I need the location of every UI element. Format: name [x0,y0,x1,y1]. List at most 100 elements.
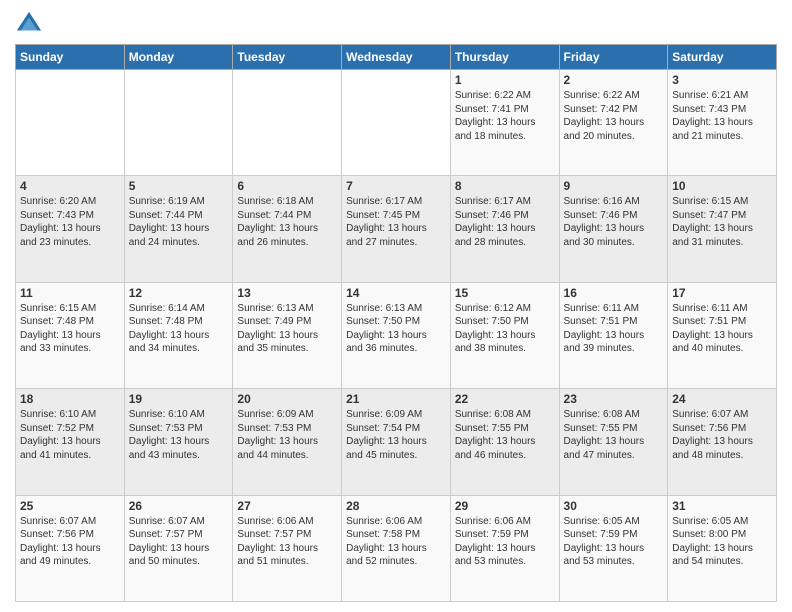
cell-content: Sunrise: 6:13 AM Sunset: 7:50 PM Dayligh… [346,302,446,356]
calendar-cell: 14 Sunrise: 6:13 AM Sunset: 7:50 PM Dayli… [342,282,451,388]
calendar-week-5: 25 Sunrise: 6:07 AM Sunset: 7:56 PM Dayli… [16,495,777,601]
calendar-cell: 20Sunrise: 6:09 AM Sunset: 7:53 PM Dayli… [233,389,342,495]
cell-content: Sunrise: 6:10 AM Sunset: 7:52 PM Dayligh… [20,408,120,462]
day-number: 25 [20,499,120,513]
calendar-cell: 24 Sunrise: 6:07 AM Sunset: 7:56 PM Dayli… [668,389,777,495]
calendar-cell: 26Sunrise: 6:07 AM Sunset: 7:57 PM Dayli… [124,495,233,601]
day-number: 18 [20,392,120,406]
day-number: 14 [346,286,446,300]
calendar-cell: 16Sunrise: 6:11 AM Sunset: 7:51 PM Dayli… [559,282,668,388]
day-number: 13 [237,286,337,300]
calendar-body: 1Sunrise: 6:22 AM Sunset: 7:41 PM Daylig… [16,70,777,602]
cell-content: Sunrise: 6:06 AM Sunset: 7:59 PM Dayligh… [455,515,555,569]
calendar-week-4: 18 Sunrise: 6:10 AM Sunset: 7:52 PM Dayli… [16,389,777,495]
calendar-cell: 19Sunrise: 6:10 AM Sunset: 7:53 PM Dayli… [124,389,233,495]
calendar-cell: 27 Sunrise: 6:06 AM Sunset: 7:57 PM Dayli… [233,495,342,601]
cell-content: Sunrise: 6:12 AM Sunset: 7:50 PM Dayligh… [455,302,555,356]
calendar-cell: 9 Sunrise: 6:16 AM Sunset: 7:46 PM Daylig… [559,176,668,282]
calendar-cell: 3 Sunrise: 6:21 AM Sunset: 7:43 PM Daylig… [668,70,777,176]
day-number: 30 [564,499,664,513]
calendar-cell: 21 Sunrise: 6:09 AM Sunset: 7:54 PM Dayli… [342,389,451,495]
calendar-cell: 8 Sunrise: 6:17 AM Sunset: 7:46 PM Daylig… [450,176,559,282]
weekday-header-monday: Monday [124,45,233,70]
calendar-cell: 2Sunrise: 6:22 AM Sunset: 7:42 PM Daylig… [559,70,668,176]
calendar-cell: 15 Sunrise: 6:12 AM Sunset: 7:50 PM Dayli… [450,282,559,388]
calendar-cell: 23 Sunrise: 6:08 AM Sunset: 7:55 PM Dayli… [559,389,668,495]
calendar-header: SundayMondayTuesdayWednesdayThursdayFrid… [16,45,777,70]
cell-content: Sunrise: 6:16 AM Sunset: 7:46 PM Dayligh… [564,195,664,249]
calendar-cell: 31 Sunrise: 6:05 AM Sunset: 8:00 PM Dayli… [668,495,777,601]
page: SundayMondayTuesdayWednesdayThursdayFrid… [0,0,792,612]
cell-content: Sunrise: 6:09 AM Sunset: 7:54 PM Dayligh… [346,408,446,462]
cell-content: Sunrise: 6:07 AM Sunset: 7:57 PM Dayligh… [129,515,229,569]
day-number: 9 [564,179,664,193]
cell-content: Sunrise: 6:08 AM Sunset: 7:55 PM Dayligh… [455,408,555,462]
cell-content: Sunrise: 6:07 AM Sunset: 7:56 PM Dayligh… [20,515,120,569]
calendar-week-1: 1Sunrise: 6:22 AM Sunset: 7:41 PM Daylig… [16,70,777,176]
calendar-cell: 25 Sunrise: 6:07 AM Sunset: 7:56 PM Dayli… [16,495,125,601]
day-number: 4 [20,179,120,193]
calendar-table: SundayMondayTuesdayWednesdayThursdayFrid… [15,44,777,602]
cell-content: Sunrise: 6:22 AM Sunset: 7:42 PM Dayligh… [564,89,664,143]
day-number: 27 [237,499,337,513]
cell-content: Sunrise: 6:11 AM Sunset: 7:51 PM Dayligh… [564,302,664,356]
day-number: 12 [129,286,229,300]
calendar-cell: 11 Sunrise: 6:15 AM Sunset: 7:48 PM Dayli… [16,282,125,388]
day-number: 24 [672,392,772,406]
logo-icon [15,10,43,38]
calendar-cell: 10Sunrise: 6:15 AM Sunset: 7:47 PM Dayli… [668,176,777,282]
weekday-header-friday: Friday [559,45,668,70]
calendar-cell [342,70,451,176]
calendar-cell: 6 Sunrise: 6:18 AM Sunset: 7:44 PM Daylig… [233,176,342,282]
cell-content: Sunrise: 6:05 AM Sunset: 8:00 PM Dayligh… [672,515,772,569]
cell-content: Sunrise: 6:05 AM Sunset: 7:59 PM Dayligh… [564,515,664,569]
day-number: 22 [455,392,555,406]
calendar-cell [16,70,125,176]
day-number: 23 [564,392,664,406]
cell-content: Sunrise: 6:17 AM Sunset: 7:46 PM Dayligh… [455,195,555,249]
day-number: 3 [672,73,772,87]
day-number: 6 [237,179,337,193]
cell-content: Sunrise: 6:13 AM Sunset: 7:49 PM Dayligh… [237,302,337,356]
calendar-cell: 17 Sunrise: 6:11 AM Sunset: 7:51 PM Dayli… [668,282,777,388]
logo [15,10,47,38]
day-number: 17 [672,286,772,300]
calendar-week-3: 11 Sunrise: 6:15 AM Sunset: 7:48 PM Dayli… [16,282,777,388]
cell-content: Sunrise: 6:08 AM Sunset: 7:55 PM Dayligh… [564,408,664,462]
day-number: 15 [455,286,555,300]
cell-content: Sunrise: 6:15 AM Sunset: 7:47 PM Dayligh… [672,195,772,249]
cell-content: Sunrise: 6:06 AM Sunset: 7:57 PM Dayligh… [237,515,337,569]
day-number: 7 [346,179,446,193]
calendar-cell: 1Sunrise: 6:22 AM Sunset: 7:41 PM Daylig… [450,70,559,176]
calendar-cell: 29Sunrise: 6:06 AM Sunset: 7:59 PM Dayli… [450,495,559,601]
cell-content: Sunrise: 6:20 AM Sunset: 7:43 PM Dayligh… [20,195,120,249]
cell-content: Sunrise: 6:09 AM Sunset: 7:53 PM Dayligh… [237,408,337,462]
cell-content: Sunrise: 6:17 AM Sunset: 7:45 PM Dayligh… [346,195,446,249]
day-number: 5 [129,179,229,193]
day-number: 21 [346,392,446,406]
calendar-cell: 7 Sunrise: 6:17 AM Sunset: 7:45 PM Daylig… [342,176,451,282]
calendar-cell: 30 Sunrise: 6:05 AM Sunset: 7:59 PM Dayli… [559,495,668,601]
cell-content: Sunrise: 6:21 AM Sunset: 7:43 PM Dayligh… [672,89,772,143]
calendar-cell [233,70,342,176]
day-number: 31 [672,499,772,513]
weekday-header-row: SundayMondayTuesdayWednesdayThursdayFrid… [16,45,777,70]
cell-content: Sunrise: 6:18 AM Sunset: 7:44 PM Dayligh… [237,195,337,249]
weekday-header-thursday: Thursday [450,45,559,70]
cell-content: Sunrise: 6:22 AM Sunset: 7:41 PM Dayligh… [455,89,555,143]
weekday-header-sunday: Sunday [16,45,125,70]
header [15,10,777,38]
weekday-header-wednesday: Wednesday [342,45,451,70]
day-number: 19 [129,392,229,406]
day-number: 28 [346,499,446,513]
day-number: 8 [455,179,555,193]
cell-content: Sunrise: 6:07 AM Sunset: 7:56 PM Dayligh… [672,408,772,462]
calendar-cell: 28Sunrise: 6:06 AM Sunset: 7:58 PM Dayli… [342,495,451,601]
calendar-week-2: 4 Sunrise: 6:20 AM Sunset: 7:43 PM Daylig… [16,176,777,282]
day-number: 11 [20,286,120,300]
cell-content: Sunrise: 6:15 AM Sunset: 7:48 PM Dayligh… [20,302,120,356]
cell-content: Sunrise: 6:11 AM Sunset: 7:51 PM Dayligh… [672,302,772,356]
weekday-header-tuesday: Tuesday [233,45,342,70]
calendar-cell: 18 Sunrise: 6:10 AM Sunset: 7:52 PM Dayli… [16,389,125,495]
calendar-cell: 12Sunrise: 6:14 AM Sunset: 7:48 PM Dayli… [124,282,233,388]
